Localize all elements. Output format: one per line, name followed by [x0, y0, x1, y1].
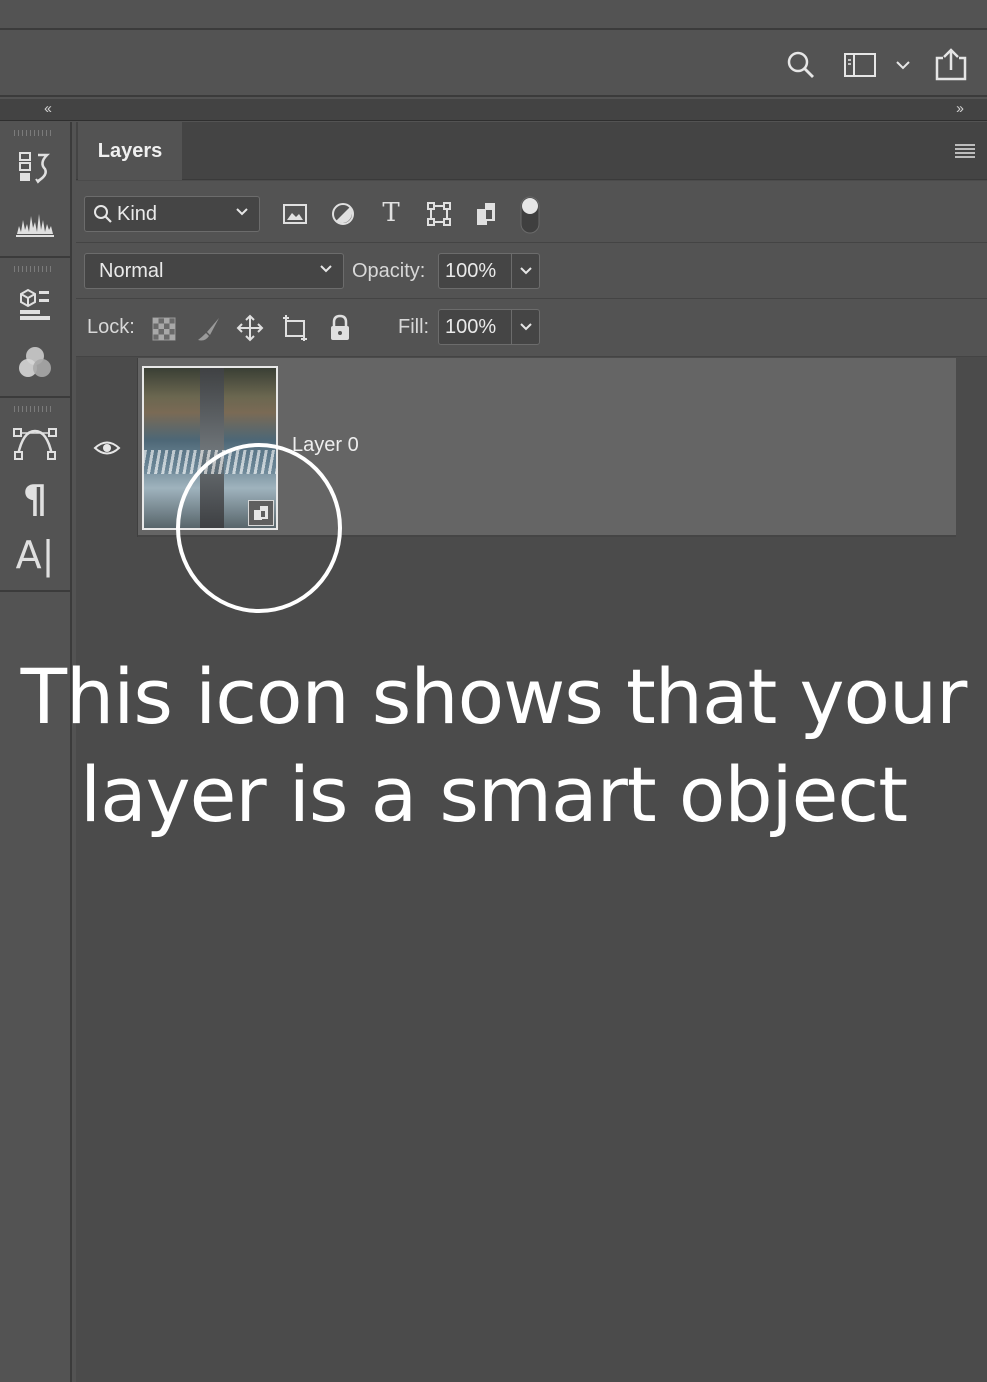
opacity-field[interactable]: 100% — [438, 253, 540, 289]
history-icon[interactable] — [12, 146, 58, 188]
type-filter-icon[interactable]: T — [376, 198, 406, 228]
fill-field[interactable]: 100% — [438, 309, 540, 345]
blend-row: Normal Opacity: 100% — [76, 243, 987, 299]
filter-kind-dropdown[interactable]: Kind — [84, 196, 260, 232]
blend-mode-dropdown[interactable]: Normal — [84, 253, 344, 289]
lock-artboard-icon[interactable] — [280, 313, 310, 343]
chevron-down-icon — [236, 208, 248, 216]
chevron-down-icon[interactable] — [511, 254, 539, 288]
caption-line-1: This icon shows that your — [20, 652, 968, 741]
panel-menu-icon[interactable] — [955, 144, 975, 158]
visibility-toggle[interactable] — [76, 358, 138, 537]
lock-transparent-icon[interactable] — [149, 314, 179, 344]
fill-value: 100% — [445, 315, 497, 338]
chevron-down-icon[interactable] — [511, 310, 539, 344]
properties-icon[interactable] — [12, 282, 58, 324]
eye-icon — [93, 441, 121, 454]
lock-row: Lock: Fill: 100% — [76, 299, 987, 357]
pixel-filter-icon[interactable] — [280, 199, 310, 229]
shape-filter-icon[interactable] — [424, 199, 454, 229]
annotation-caption: This icon shows that your layer is a sma… — [0, 648, 987, 844]
panel-tab-bar: Layers — [76, 122, 987, 180]
opacity-value: 100% — [445, 259, 497, 282]
paragraph-icon[interactable]: ¶ — [12, 477, 58, 521]
tab-layers[interactable]: Layers — [78, 122, 182, 180]
collapse-left-icon[interactable]: ‹‹ — [44, 100, 52, 117]
lock-paint-icon[interactable] — [194, 314, 224, 344]
opacity-label: Opacity: — [352, 260, 426, 282]
collapse-right-icon[interactable]: ›› — [956, 100, 964, 117]
adjustment-filter-icon[interactable] — [328, 199, 358, 229]
caption-line-2: layer is a smart object — [79, 750, 908, 839]
dock-divider — [0, 590, 72, 592]
workspace-icon[interactable] — [840, 48, 880, 82]
paths-icon[interactable] — [12, 422, 58, 464]
histogram-icon[interactable] — [12, 202, 58, 244]
search-icon — [94, 205, 112, 223]
dock-divider — [0, 256, 72, 258]
layer-name[interactable]: Layer 0 — [292, 434, 359, 457]
color-channels-icon[interactable] — [12, 342, 58, 384]
dock-divider — [0, 396, 72, 398]
annotation-circle — [176, 443, 342, 613]
search-icon[interactable] — [782, 48, 820, 82]
fill-label: Fill: — [398, 316, 430, 338]
dock-grip[interactable] — [14, 130, 54, 136]
chevron-down-icon[interactable] — [892, 48, 914, 82]
lock-all-icon[interactable] — [325, 313, 355, 343]
panel-collapse-bar: ‹‹ ›› — [0, 99, 987, 121]
chevron-down-icon — [320, 265, 332, 273]
filter-kind-label: Kind — [117, 202, 158, 225]
lock-position-icon[interactable] — [235, 313, 265, 343]
lock-label: Lock: — [87, 316, 135, 338]
filter-toggle-icon[interactable] — [518, 195, 542, 235]
dock-grip[interactable] — [14, 266, 54, 272]
dock-grip[interactable] — [14, 406, 54, 412]
app-bar — [0, 32, 987, 97]
share-icon[interactable] — [930, 48, 972, 82]
blend-mode-value: Normal — [99, 259, 164, 282]
character-icon[interactable]: A| — [12, 533, 58, 577]
smart-object-filter-icon[interactable] — [472, 199, 502, 229]
layer-filter-row: Kind T — [76, 181, 987, 243]
top-strip — [0, 0, 987, 30]
